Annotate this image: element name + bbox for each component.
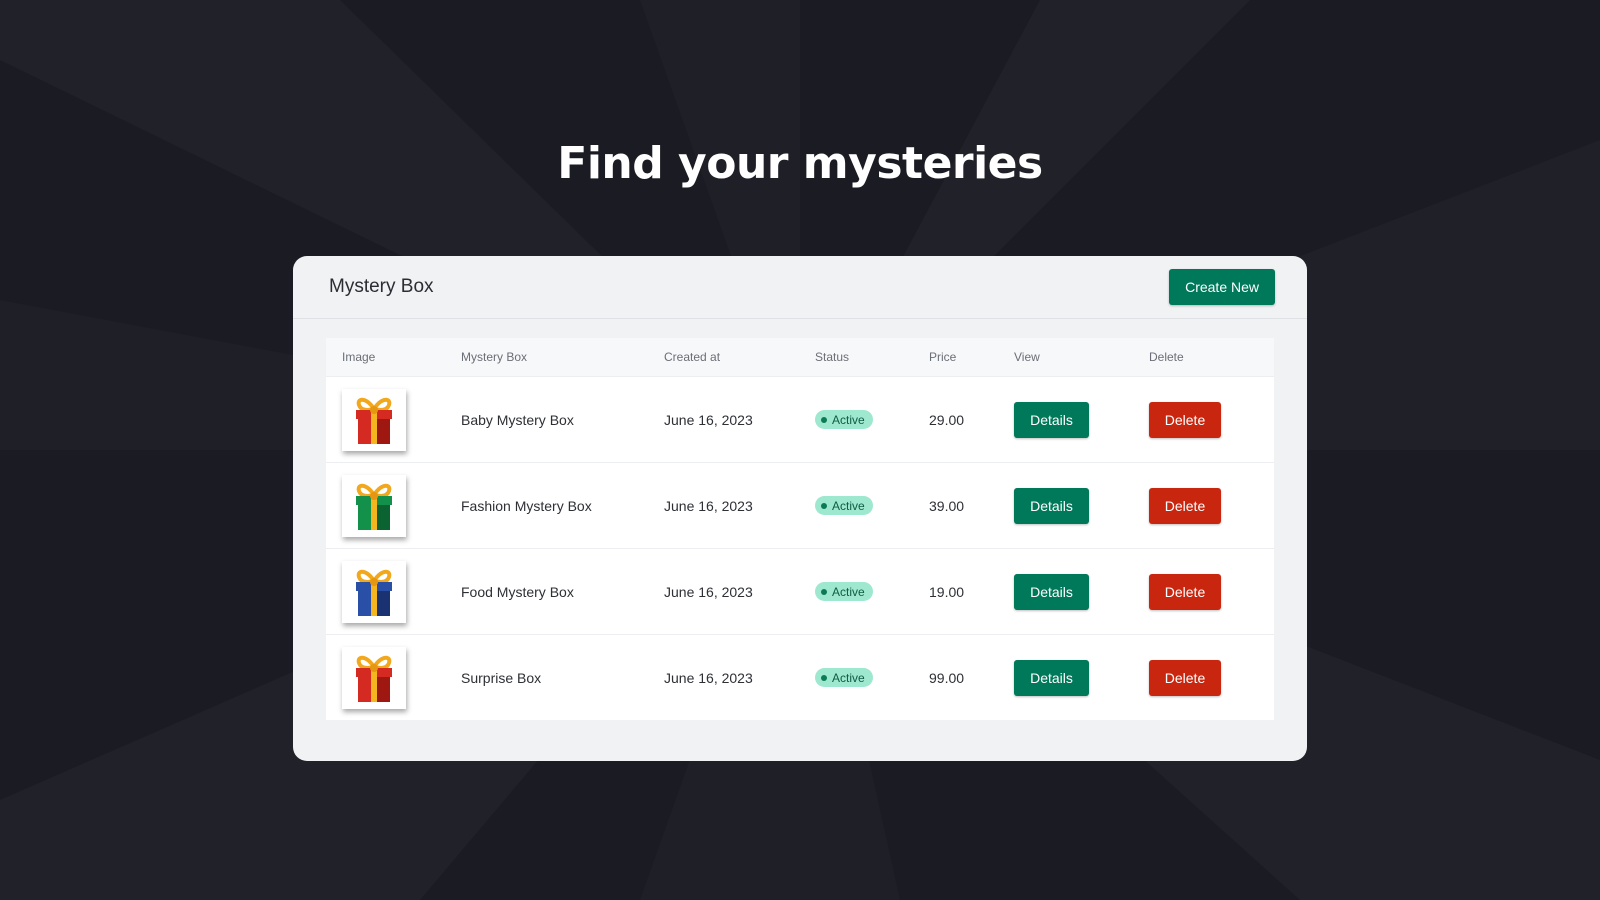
gift-box-icon: [356, 655, 392, 702]
column-header-view: View: [1014, 338, 1149, 377]
status-dot-icon: [821, 588, 827, 595]
status-label: Active: [832, 498, 865, 513]
hero-title: Find your mysteries: [557, 138, 1043, 189]
status-dot-icon: [821, 502, 827, 509]
status-label: Active: [832, 584, 865, 599]
mystery-box-name: Fashion Mystery Box: [461, 462, 664, 549]
column-header-delete: Delete: [1149, 338, 1274, 377]
status-dot-icon: [821, 674, 827, 681]
price: 19.00: [929, 548, 1014, 635]
status-label: Active: [832, 412, 865, 427]
mystery-box-card: Mystery Box Create New Image Mystery Box…: [293, 256, 1307, 761]
created-at-date: June 16, 2023: [664, 462, 815, 549]
column-header-status: Status: [815, 338, 929, 377]
mystery-box-name: Baby Mystery Box: [461, 376, 664, 463]
table-row: Baby Mystery Box June 16, 2023 Active 29…: [326, 376, 1274, 463]
gift-box-image: [342, 646, 406, 709]
status-badge: Active: [815, 582, 873, 602]
gift-box-image: [342, 560, 406, 623]
table-header-row: Image Mystery Box Created at Status Pric…: [326, 338, 1274, 377]
gift-box-icon: [356, 397, 392, 444]
create-new-button[interactable]: Create New: [1169, 269, 1275, 305]
details-button[interactable]: Details: [1014, 401, 1089, 438]
price: 39.00: [929, 462, 1014, 549]
status-dot-icon: [821, 416, 827, 423]
details-button[interactable]: Details: [1014, 487, 1089, 524]
mystery-box-table: Image Mystery Box Created at Status Pric…: [326, 338, 1274, 720]
status-badge: Active: [815, 668, 873, 688]
delete-button[interactable]: Delete: [1149, 573, 1221, 610]
created-at-date: June 16, 2023: [664, 634, 815, 720]
delete-button[interactable]: Delete: [1149, 487, 1221, 524]
status-badge: Active: [815, 410, 873, 430]
column-header-price: Price: [929, 338, 1014, 377]
created-at-date: June 16, 2023: [664, 376, 815, 463]
delete-button[interactable]: Delete: [1149, 401, 1221, 438]
card-header: Mystery Box Create New: [293, 256, 1307, 319]
mystery-box-name: Food Mystery Box: [461, 548, 664, 635]
table-row: Surprise Box June 16, 2023 Active 99.00 …: [326, 634, 1274, 720]
gift-box-image: [342, 474, 406, 537]
table-row: Fashion Mystery Box June 16, 2023 Active…: [326, 462, 1274, 549]
gift-box-icon: [356, 483, 392, 530]
details-button[interactable]: Details: [1014, 659, 1089, 696]
page-stage: Find your mysteries Mystery Box Create N…: [0, 0, 1600, 900]
card-title: Mystery Box: [329, 276, 434, 297]
mystery-box-table-container: Image Mystery Box Created at Status Pric…: [326, 338, 1274, 720]
gift-box-icon: [356, 569, 392, 616]
table-row: Food Mystery Box June 16, 2023 Active 19…: [326, 548, 1274, 635]
status-label: Active: [832, 670, 865, 685]
column-header-mystery-box: Mystery Box: [461, 338, 664, 377]
created-at-date: June 16, 2023: [664, 548, 815, 635]
status-badge: Active: [815, 496, 873, 516]
gift-box-image: [342, 388, 406, 451]
price: 29.00: [929, 376, 1014, 463]
delete-button[interactable]: Delete: [1149, 659, 1221, 696]
column-header-image: Image: [326, 338, 461, 377]
mystery-box-name: Surprise Box: [461, 634, 664, 720]
column-header-created-at: Created at: [664, 338, 815, 377]
details-button[interactable]: Details: [1014, 573, 1089, 610]
price: 99.00: [929, 634, 1014, 720]
